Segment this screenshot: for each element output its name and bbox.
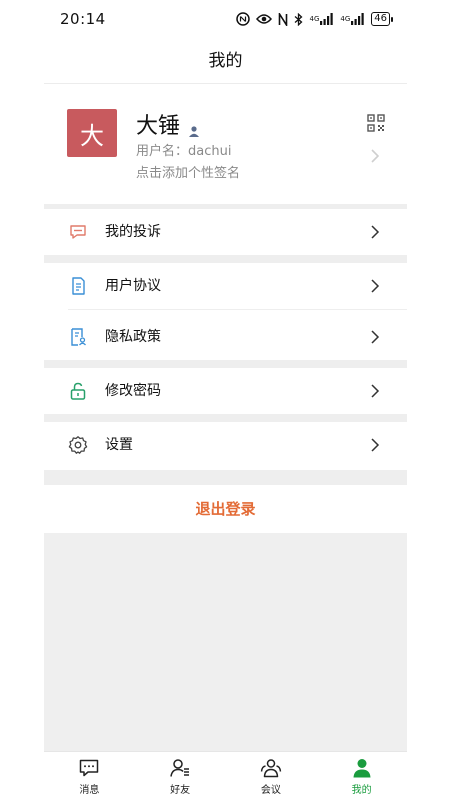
signal-2-icon: 4G	[340, 13, 365, 25]
eye-icon	[256, 13, 273, 25]
network-type-1: 4G	[309, 14, 320, 23]
menu-label-user-agreement: 用户协议	[105, 278, 161, 294]
signal-1-icon: 4G	[309, 13, 334, 25]
complaint-icon	[68, 222, 88, 242]
tab-label-messages: 消息	[79, 784, 100, 796]
tab-label-me: 我的	[351, 784, 372, 796]
bottom-tab-bar: 消息 好友 会议 我的	[44, 751, 407, 800]
app-frame: 我的 大 大锤 用户名：dachui 点击添加个性签名 我的投诉 用户协议 隐私…	[44, 38, 407, 800]
status-time: 20:14	[60, 10, 106, 28]
profile-card[interactable]: 大 大锤 用户名：dachui 点击添加个性签名	[44, 84, 407, 204]
menu-item-change-password[interactable]: 修改密码	[44, 368, 407, 414]
menu-item-complaints[interactable]: 我的投诉	[44, 209, 407, 255]
status-bar: 20:14 4G 4G 46	[0, 0, 450, 38]
signature-placeholder[interactable]: 点击添加个性签名	[136, 162, 240, 181]
tab-friends[interactable]: 好友	[135, 752, 226, 800]
meeting-icon	[260, 757, 282, 779]
menu-label-change-password: 修改密码	[105, 383, 161, 399]
gear-icon	[68, 435, 88, 455]
n-icon	[278, 12, 288, 26]
display-name-row: 大锤	[136, 108, 200, 140]
tab-label-meetings: 会议	[260, 784, 281, 796]
divider	[44, 414, 407, 422]
display-name: 大锤	[136, 114, 181, 139]
divider	[44, 360, 407, 368]
privacy-document-icon	[68, 327, 88, 347]
friends-icon	[169, 757, 191, 779]
document-icon	[68, 276, 88, 296]
menu-label-complaints: 我的投诉	[105, 224, 161, 240]
tab-meetings[interactable]: 会议	[226, 752, 317, 800]
logout-button[interactable]: 退出登录	[44, 485, 407, 533]
qr-code-icon[interactable]	[367, 114, 385, 132]
chevron-right-icon	[370, 278, 380, 294]
chevron-right-icon	[369, 148, 381, 164]
chevron-right-icon	[370, 383, 380, 399]
bluetooth-icon	[294, 12, 303, 26]
battery-icon: 46	[371, 12, 393, 26]
menu-item-settings[interactable]: 设置	[44, 422, 407, 468]
avatar[interactable]: 大	[67, 109, 117, 157]
tab-messages[interactable]: 消息	[44, 752, 135, 800]
chevron-right-icon	[370, 329, 380, 345]
unlock-icon	[68, 381, 88, 401]
chevron-right-icon	[370, 224, 380, 240]
me-icon	[351, 757, 373, 779]
username: 用户名：dachui	[136, 144, 232, 159]
tab-me[interactable]: 我的	[316, 752, 407, 800]
menu-label-privacy-policy: 隐私政策	[105, 329, 161, 345]
empty-area	[44, 533, 407, 751]
divider	[44, 470, 407, 485]
tab-label-friends: 好友	[170, 784, 191, 796]
chevron-right-icon	[370, 437, 380, 453]
divider	[68, 309, 407, 310]
nfc-icon	[236, 12, 251, 26]
menu-label-settings: 设置	[105, 437, 133, 453]
page-title: 我的	[44, 38, 407, 84]
divider	[44, 255, 407, 263]
status-icons: 4G 4G 46	[236, 12, 393, 26]
menu-item-privacy-policy[interactable]: 隐私政策	[44, 314, 407, 360]
network-type-2: 4G	[340, 14, 351, 23]
message-icon	[78, 757, 100, 779]
menu-item-user-agreement[interactable]: 用户协议	[44, 263, 407, 309]
user-badge-icon	[188, 118, 200, 137]
